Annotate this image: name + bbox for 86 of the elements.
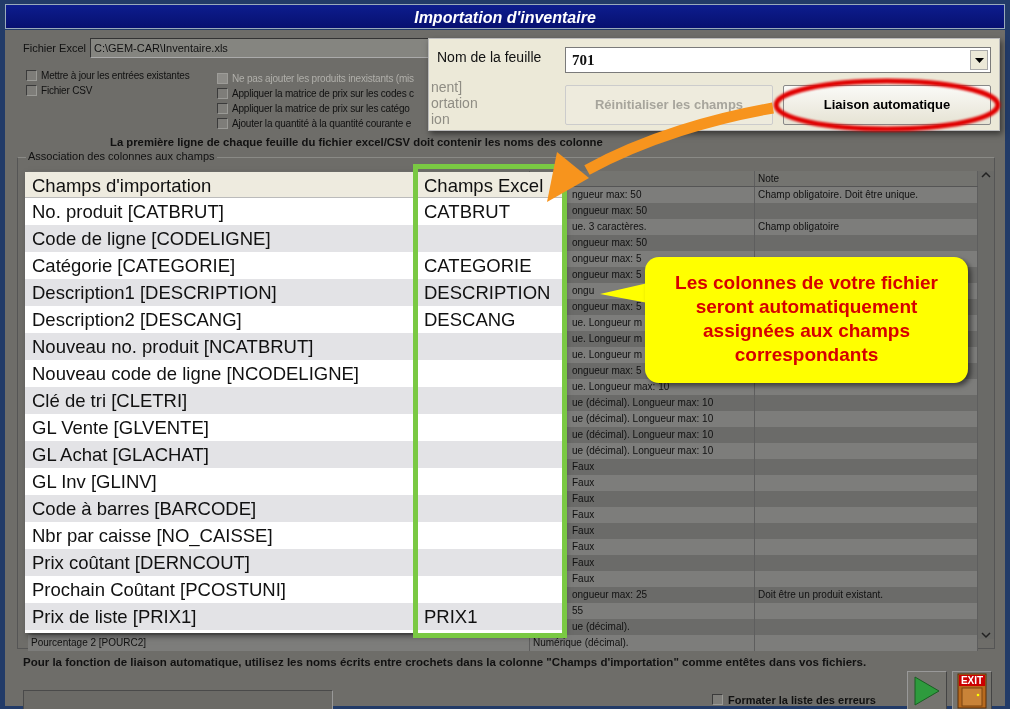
scroll-up-icon[interactable] xyxy=(981,170,991,178)
callout: Les colonnes de votre fichier seront automatiquement assignées aux champs correspondants xyxy=(645,257,968,383)
table-cell: ongueur max: 5 xyxy=(572,268,642,280)
table-cell: ue (décimal). Longueur max: 10 xyxy=(572,412,714,424)
group-title: Association des colonnes aux champs xyxy=(26,149,217,163)
notice-text: La première ligne de chaque feuille du fichier excel/CSV doit contenir les noms des colonne xyxy=(109,135,604,150)
table-cell: ue (décimal). Longueur max: 10 xyxy=(572,428,714,440)
table-cell: ngueur max: 50 xyxy=(572,188,642,200)
table-cell: CATEGORIE xyxy=(424,255,532,276)
table-cell: Numérique (décimal). xyxy=(533,636,629,648)
exit-button[interactable]: EXIT xyxy=(951,671,992,709)
table-cell: Faux xyxy=(572,460,595,472)
hint-text: Pour la fonction de liaison automatique, utilisez les noms écrits entre crochets dans la colonne "Champs d'importation" comme entêtes dans vos fichiers. xyxy=(23,654,868,670)
checkbox-label: Ajouter la quantité à la quantité courante e xyxy=(232,117,412,131)
table-cell: Nbr par caisse [NO_CAISSE] xyxy=(32,525,273,546)
table-cell: ongueur max: 5 xyxy=(572,252,642,264)
table-cell: ue. Longueur m xyxy=(572,332,643,344)
checkbox-label: Appliquer la matrice de prix sur les codes c xyxy=(232,87,414,101)
table-cell: Pourcentage 2 [POURC2] xyxy=(31,636,147,648)
faded-text: nent] xyxy=(431,79,464,95)
run-button[interactable] xyxy=(906,671,947,709)
table-cell: Description2 [DESCANG] xyxy=(32,309,242,330)
table-cell: Faux xyxy=(572,508,595,520)
table-cell: ongueur max: 50 xyxy=(572,236,648,248)
table-cell: ue (décimal). xyxy=(572,620,630,632)
table-cell: Faux xyxy=(572,540,595,552)
table-cell: ongu xyxy=(572,284,595,296)
column-header: Note xyxy=(758,172,780,184)
table-cell: DESCANG xyxy=(424,309,516,330)
table-cell: PRIX1 xyxy=(424,606,478,627)
table-cell: Champ obligatoire xyxy=(758,220,840,232)
checkbox-label: Ne pas ajouter les produits inexistants (mis xyxy=(232,72,414,86)
checkbox-label: Fichier CSV xyxy=(41,84,93,98)
table-cell: GL Inv [GLINV] xyxy=(32,471,157,492)
table-cell: ongueur max: 25 xyxy=(572,588,648,600)
table-cell: ue. 3 caractères. xyxy=(572,220,647,232)
column-header: Champs d'importation xyxy=(32,175,212,196)
checkbox-label: Formater la liste des erreurs xyxy=(728,692,876,708)
table-cell: ue (décimal). Longueur max: 10 xyxy=(572,444,714,456)
table-cell: ue (décimal). Longueur max: 10 xyxy=(572,396,714,408)
table-cell: Faux xyxy=(572,492,595,504)
checkbox[interactable] xyxy=(217,88,228,99)
table-cell: ongueur max: 50 xyxy=(572,204,648,216)
table-cell: Doit être un produit existant. xyxy=(758,588,884,600)
table-cell: Code à barres [BARCODE] xyxy=(32,498,257,519)
table-cell: GL Achat [GLACHAT] xyxy=(32,444,209,465)
table-cell: Clé de tri [CLETRI] xyxy=(32,390,188,411)
table-cell: Code de ligne [CODELIGNE] xyxy=(32,228,271,249)
table-cell: Prix coûtant [DERNCOUT] xyxy=(32,552,250,573)
table-cell: Faux xyxy=(572,556,595,568)
window-title: Importation d'inventaire xyxy=(5,4,1005,29)
table-cell: Nouveau no. produit [NCATBRUT] xyxy=(32,336,314,357)
checkbox[interactable] xyxy=(26,85,37,96)
checkbox[interactable] xyxy=(712,694,723,706)
table-cell: DESCRIPTION xyxy=(424,282,551,303)
sheet-dropdown[interactable]: 701 xyxy=(565,47,991,73)
table-cell: GL Vente [GLVENTE] xyxy=(32,417,209,438)
checkbox[interactable] xyxy=(217,118,228,129)
table-cell: Faux xyxy=(572,524,595,536)
exit-sign-text: EXIT xyxy=(960,675,984,687)
table-cell: 55 xyxy=(572,604,584,616)
table-cell: ue. Longueur m xyxy=(572,348,643,360)
table-cell: Description1 [DESCRIPTION] xyxy=(32,282,277,303)
play-icon xyxy=(912,675,941,708)
table-cell: ongueur max: 5 xyxy=(572,364,642,376)
scroll-down-icon[interactable] xyxy=(981,631,991,639)
table-cell: Catégorie [CATEGORIE] xyxy=(32,255,236,276)
checkbox-label: Mettre à jour les entrées existantes xyxy=(41,69,190,83)
table-cell: Prix de liste [PRIX1] xyxy=(32,606,197,627)
checkbox-label: Appliquer la matrice de prix sur les catégo xyxy=(232,102,410,116)
table-cell: Prochain Coûtant [PCOSTUNI] xyxy=(32,579,286,600)
table-cell: ongueur max: 5 xyxy=(572,300,642,312)
faded-text: ion xyxy=(431,111,451,127)
table-cell: No. produit [CATBRUT] xyxy=(32,201,224,222)
table-cell: Nouveau code de ligne [NCODELIGNE] xyxy=(32,363,359,384)
table-cell: ue. Longueur m xyxy=(572,316,643,328)
file-label: Fichier Excel xyxy=(23,40,86,56)
table-cell: Champ obligatoire. Doit être unique. xyxy=(758,188,919,200)
table-cell: Faux xyxy=(572,476,595,488)
table-cell: CATBRUT xyxy=(424,201,510,222)
scrollbar[interactable] xyxy=(978,170,994,639)
table-cell: Faux xyxy=(572,572,595,584)
checkbox[interactable] xyxy=(26,70,37,81)
faded-text: ortation xyxy=(431,95,479,111)
column-header: Champs Excel xyxy=(424,175,544,196)
checkbox[interactable] xyxy=(217,103,228,114)
